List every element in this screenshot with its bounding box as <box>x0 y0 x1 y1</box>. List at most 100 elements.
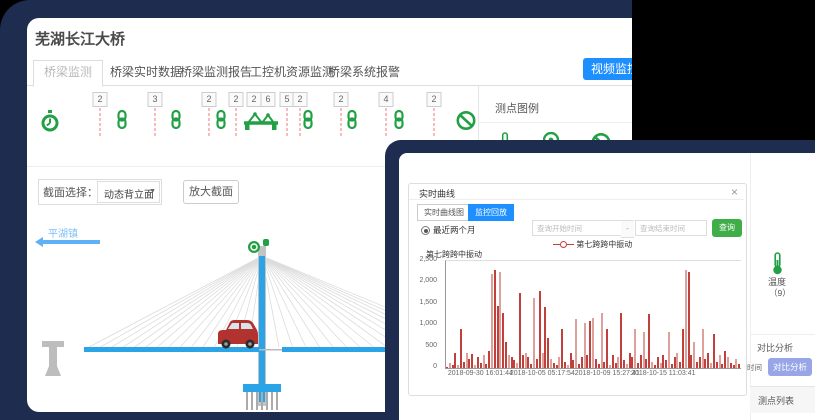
chart-bar <box>570 353 572 368</box>
chain-link-icon[interactable] <box>302 110 314 134</box>
section-select-label: 截面选择： <box>43 184 98 200</box>
chart-bar <box>702 329 704 368</box>
black-overlay-box <box>632 0 815 153</box>
chart-bar <box>463 362 465 368</box>
section-select-value: 动态背立面 <box>104 186 154 201</box>
chart-bar <box>716 362 718 368</box>
chart-bar <box>665 360 667 368</box>
input-separator: - <box>621 220 634 238</box>
legend-marker-dot <box>560 241 567 248</box>
sensor-count-badge: 2 <box>229 92 244 107</box>
query-button[interactable]: 查询 <box>712 219 742 237</box>
chart-bar <box>558 357 560 368</box>
chart-bar <box>735 359 737 368</box>
chart-bar <box>629 353 631 368</box>
enlarge-section-button[interactable]: 放大截面 <box>183 180 239 204</box>
chart-bar <box>516 363 518 368</box>
sensor-count-badge: 6 <box>261 92 276 107</box>
chart-bar <box>651 362 653 368</box>
chart-bar <box>485 364 487 368</box>
no-entry-icon <box>456 110 477 136</box>
chart-bar <box>533 298 535 368</box>
sensor-dash-line <box>287 108 288 136</box>
chart-bar <box>586 355 588 368</box>
section-select-dropdown[interactable]: 动态背立面 ▼ <box>97 181 160 203</box>
chart-bar <box>572 360 574 368</box>
chain-link-icon[interactable] <box>346 110 358 134</box>
chart-bar <box>578 364 580 368</box>
chart-bar <box>654 365 656 368</box>
chart-bar <box>634 329 636 368</box>
query-end-time-input[interactable] <box>635 220 707 236</box>
chevron-down-icon: ▼ <box>149 188 156 195</box>
chart-legend[interactable]: 第七跨跨中振动 <box>553 239 632 249</box>
chart-bar <box>699 357 701 368</box>
chart-bar <box>606 329 608 368</box>
chart-bar <box>536 359 538 368</box>
chart-bar <box>626 364 628 368</box>
chart-bar <box>468 359 470 368</box>
chart-bar <box>581 357 583 368</box>
sensor-count-badge: 3 <box>148 92 163 107</box>
main-tab-4[interactable]: 桥梁系统报警 <box>318 61 410 84</box>
point-list-label[interactable]: 测点列表 <box>758 394 794 407</box>
chart-bar <box>690 355 692 368</box>
temperature-count: （9） <box>769 287 791 299</box>
chart-bar <box>696 362 698 368</box>
chart-bar <box>460 329 462 368</box>
chart-bar <box>508 355 510 368</box>
chart-bar <box>660 363 662 368</box>
chart-plot-area <box>445 260 741 369</box>
chain-link-icon[interactable] <box>393 110 405 134</box>
chart-bar <box>704 359 706 368</box>
x-tick-label: 2018-09-30 16:01:44 <box>448 370 513 377</box>
chart-bar <box>688 272 690 368</box>
chart-bar <box>707 353 709 368</box>
tab-monitor-playback[interactable]: 监控回放 <box>468 204 514 221</box>
chart-bar <box>544 307 546 368</box>
chain-link-icon[interactable] <box>170 110 182 134</box>
compare-analysis-button[interactable]: 对比分析 <box>768 358 812 376</box>
stopwatch-icon <box>40 110 60 138</box>
chart-bar <box>466 353 468 368</box>
sensor-count-badge: 2 <box>293 92 308 107</box>
sensor-dash-line <box>341 108 342 136</box>
chart-bar <box>511 357 513 368</box>
chain-link-icon[interactable] <box>215 110 227 134</box>
radio-last-two-months[interactable] <box>421 226 430 235</box>
main-tab-0[interactable]: 桥梁监测 <box>33 60 103 87</box>
sensor-dash-line <box>386 108 387 136</box>
chart-bar <box>733 365 735 368</box>
sensor-dash-line <box>236 108 237 136</box>
sensor-count-badge: 2 <box>247 92 262 107</box>
chart-bar <box>454 353 456 368</box>
sensor-count-badge: 2 <box>93 92 108 107</box>
tab-realtime-curve[interactable]: 实时曲线图 <box>417 204 471 221</box>
x-tick-label: 2018-10-09 15:27:41 <box>575 370 640 377</box>
chart-bar <box>643 332 645 368</box>
chain-link-icon[interactable] <box>116 110 128 134</box>
chart-bar <box>550 359 552 368</box>
chart-bar <box>539 291 541 368</box>
chart-bar <box>488 351 490 368</box>
chart-bar <box>721 364 723 368</box>
chart-bar <box>452 365 454 368</box>
chart-bar <box>519 293 521 368</box>
divider <box>409 199 744 200</box>
close-icon[interactable]: × <box>731 185 738 199</box>
chart-bar <box>719 355 721 368</box>
legend-marker <box>567 244 574 245</box>
chart-bar <box>474 365 476 368</box>
query-start-time-input[interactable] <box>532 220 622 236</box>
sensor-dash-line <box>209 108 210 136</box>
chart-bar <box>457 365 459 368</box>
truss-sensor-icon[interactable] <box>243 110 279 137</box>
chart-bar <box>542 353 544 368</box>
chart-bar <box>499 272 501 368</box>
chart-bar <box>668 332 670 368</box>
chart-x-axis: 2018-09-30 16:01:442018-10-05 05:17:5420… <box>445 370 740 380</box>
chart-bar <box>525 353 527 368</box>
bridge-deck-left <box>84 347 259 352</box>
x-tick-label: 2018-10-15 11:03:41 <box>631 370 695 377</box>
chart-bar <box>598 364 600 368</box>
